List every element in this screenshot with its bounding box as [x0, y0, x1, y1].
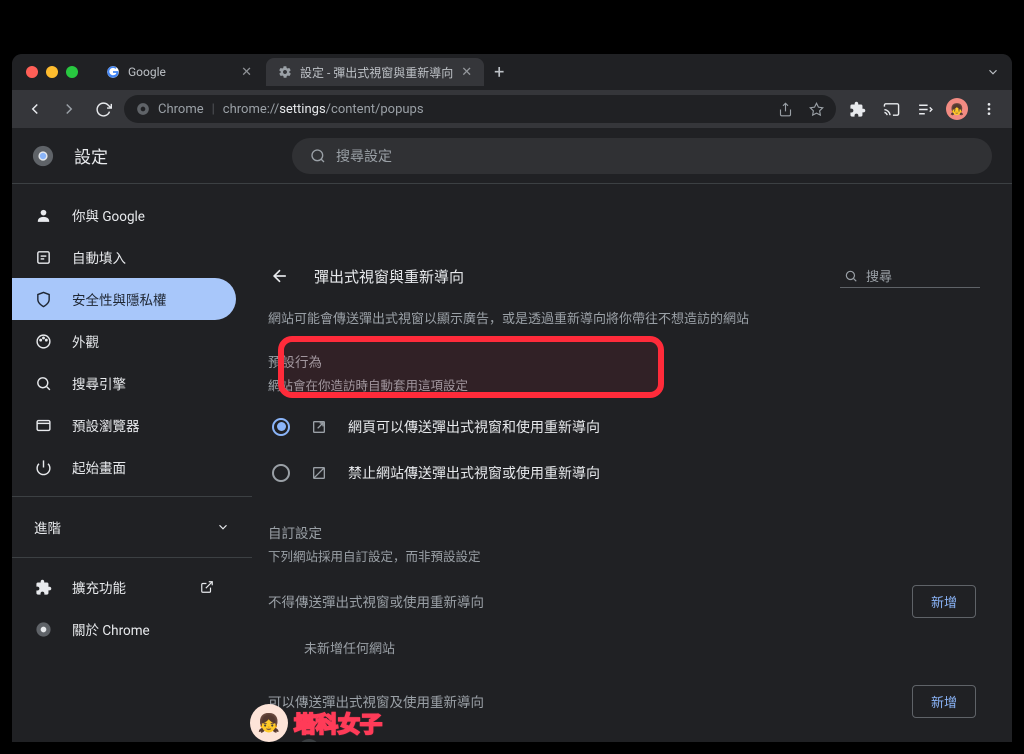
- sidebar-item-search-engine[interactable]: 搜尋引擎: [12, 362, 236, 404]
- extension-icon: [34, 578, 52, 596]
- tab-google[interactable]: Google ✕: [94, 58, 264, 86]
- share-icon[interactable]: [778, 102, 793, 117]
- add-allow-button[interactable]: 新增: [912, 685, 976, 718]
- forward-button[interactable]: [56, 96, 82, 122]
- cast-icon[interactable]: [878, 96, 904, 122]
- palette-icon: [34, 332, 52, 350]
- chrome-logo-icon: [32, 145, 54, 167]
- maximize-window-button[interactable]: [66, 66, 78, 78]
- settings-main: 彈出式視窗與重新導向 搜尋 網站可能會傳送彈出式視窗以顯示廣告，或是透過重新導向…: [252, 184, 1012, 742]
- settings-search[interactable]: 搜尋設定: [292, 138, 992, 174]
- back-arrow-button[interactable]: [264, 260, 296, 292]
- sidebar-advanced[interactable]: 進階: [12, 505, 252, 549]
- sidebar-item-default-browser[interactable]: 預設瀏覽器: [12, 404, 236, 446]
- empty-block-list: 未新增任何網站: [264, 628, 980, 675]
- omnibox-url: chrome://settings/content/popups: [223, 102, 424, 117]
- toolbar: Chrome | chrome://settings/content/popup…: [12, 90, 1012, 128]
- page-title: 彈出式視窗與重新導向: [314, 266, 822, 287]
- external-link-icon: [200, 580, 214, 594]
- tab-label: Google: [128, 65, 166, 79]
- tab-strip: Google ✕ 設定 - 彈出式視窗與重新導向 ✕ +: [12, 54, 1012, 90]
- back-button[interactable]: [22, 96, 48, 122]
- watermark: 👧 塔科女子: [250, 704, 382, 742]
- settings-title: 設定: [74, 143, 108, 168]
- search-icon: [310, 148, 326, 164]
- watermark-avatar-icon: 👧: [250, 704, 288, 742]
- profile-avatar[interactable]: 👧: [946, 98, 968, 120]
- browser-icon: [34, 416, 52, 434]
- sidebar-item-about[interactable]: 關於 Chrome: [12, 608, 236, 650]
- sidebar-item-privacy[interactable]: 安全性與隱私權: [12, 278, 236, 320]
- google-favicon-icon: [106, 65, 120, 79]
- search-icon: [34, 374, 52, 392]
- search-icon: [844, 269, 858, 283]
- default-behavior-sublabel: 網站會在你造訪時自動套用這項設定: [268, 375, 980, 394]
- default-behavior-label: 預設行為: [268, 351, 980, 371]
- sidebar-item-you-and-google[interactable]: 你與 Google: [12, 194, 236, 236]
- omnibox-chip: Chrome: [158, 102, 204, 117]
- option-block-label: 禁止網站傳送彈出式視窗或使用重新導向: [348, 463, 600, 483]
- minimize-window-button[interactable]: [46, 66, 58, 78]
- tab-settings[interactable]: 設定 - 彈出式視窗與重新導向 ✕: [266, 58, 484, 86]
- option-allow-popups[interactable]: 網頁可以傳送彈出式視窗和使用重新導向: [264, 404, 980, 450]
- chrome-icon: [136, 102, 150, 116]
- sidebar-item-on-startup[interactable]: 起始畫面: [12, 446, 236, 488]
- tab-list-button[interactable]: [986, 65, 1000, 79]
- reading-list-icon[interactable]: [912, 96, 938, 122]
- person-icon: [34, 206, 52, 224]
- settings-header: 設定 搜尋設定: [12, 128, 1012, 184]
- close-tab-icon[interactable]: ✕: [241, 65, 252, 80]
- settings-sidebar: 你與 Google 自動填入 安全性與隱私權 外觀 搜尋引擎 預設瀏覽器 起始畫…: [12, 184, 252, 742]
- close-window-button[interactable]: [26, 66, 38, 78]
- reload-button[interactable]: [90, 96, 116, 122]
- bookmark-icon[interactable]: [809, 102, 824, 117]
- popup-block-icon: [310, 464, 328, 482]
- sidebar-item-extensions[interactable]: 擴充功能: [12, 566, 236, 608]
- menu-icon[interactable]: [976, 96, 1002, 122]
- power-icon: [34, 458, 52, 476]
- new-tab-button[interactable]: +: [486, 59, 512, 85]
- sidebar-item-autofill[interactable]: 自動填入: [12, 236, 236, 278]
- allowed-site-row: 🌐 https://cpp.esunbank.com.tw:443: [294, 728, 980, 742]
- block-list-label: 不得傳送彈出式視窗或使用重新導向: [268, 591, 484, 611]
- site-more-button[interactable]: [948, 736, 976, 742]
- extensions-icon[interactable]: [844, 96, 870, 122]
- radio-selected-icon: [272, 418, 290, 436]
- popup-allow-icon: [310, 418, 328, 436]
- sidebar-item-appearance[interactable]: 外觀: [12, 320, 236, 362]
- window-controls: [26, 66, 78, 78]
- add-block-button[interactable]: 新增: [912, 585, 976, 618]
- radio-unselected-icon: [272, 464, 290, 482]
- shield-icon: [34, 290, 52, 308]
- site-expand-button[interactable]: [906, 736, 934, 742]
- in-page-search[interactable]: 搜尋: [840, 264, 980, 288]
- chrome-icon: [34, 620, 52, 638]
- option-allow-label: 網頁可以傳送彈出式視窗和使用重新導向: [348, 417, 600, 437]
- option-block-popups[interactable]: 禁止網站傳送彈出式視窗或使用重新導向: [264, 450, 980, 496]
- page-description: 網站可能會傳送彈出式視窗以顯示廣告，或是透過重新導向將你帶往不想造訪的網站: [268, 310, 980, 331]
- close-tab-icon[interactable]: ✕: [461, 65, 472, 80]
- tab-label: 設定 - 彈出式視窗與重新導向: [300, 64, 453, 81]
- watermark-text: 塔科女子: [294, 707, 382, 739]
- omnibox[interactable]: Chrome | chrome://settings/content/popup…: [124, 95, 836, 123]
- settings-favicon-icon: [278, 65, 292, 79]
- custom-settings-sublabel: 下列網站採用自訂設定，而非預設設定: [268, 546, 980, 565]
- autofill-icon: [34, 248, 52, 266]
- custom-settings-label: 自訂設定: [268, 522, 980, 542]
- chevron-down-icon: [216, 520, 230, 534]
- search-placeholder: 搜尋設定: [336, 146, 392, 166]
